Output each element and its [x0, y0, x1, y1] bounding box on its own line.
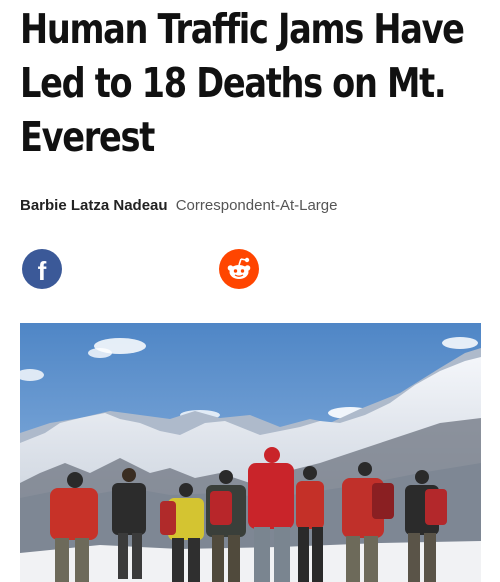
facebook-icon: f	[37, 256, 47, 286]
hero-image[interactable]	[20, 323, 481, 582]
facebook-share-button[interactable]: f	[22, 249, 62, 289]
reddit-share-button[interactable]	[219, 249, 259, 289]
author-role: Correspondent-At-Large	[175, 197, 338, 214]
hero-photo	[20, 323, 481, 582]
byline: Barbie Latza Nadeau Correspondent-At-Lar…	[20, 195, 337, 217]
reddit-icon	[227, 257, 251, 279]
article-headline: Human Traffic Jams Have Led to 18 Deaths…	[20, 5, 465, 161]
author-name[interactable]: Barbie Latza Nadeau	[20, 197, 168, 214]
